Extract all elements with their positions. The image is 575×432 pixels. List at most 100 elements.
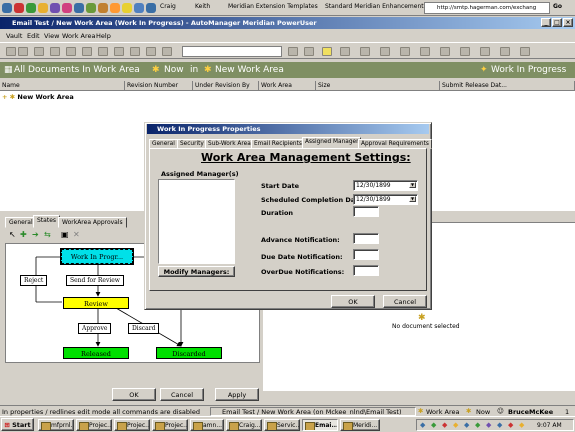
toolbar-icon[interactable] <box>18 47 28 56</box>
toolbar-icon[interactable] <box>480 47 490 56</box>
start-date-field[interactable]: 12/30/1899 ▼ <box>353 180 418 191</box>
pointer-icon[interactable]: ↖ <box>9 230 16 239</box>
address-field[interactable]: http://smtp.hagerman.com/exchang <box>424 2 550 14</box>
tab-workarea-approvals[interactable]: WorkArea Approvals <box>58 217 127 228</box>
column-work-area[interactable]: Work Area <box>259 81 316 91</box>
task-button[interactable]: Craig... <box>226 419 262 431</box>
column-name[interactable]: Name <box>0 81 125 91</box>
chevron-down-icon[interactable]: ▼ <box>409 182 416 188</box>
task-button[interactable]: Servic... <box>264 419 300 431</box>
tray-icon[interactable]: ◆ <box>475 421 480 429</box>
print-icon[interactable] <box>86 3 96 13</box>
menu-help[interactable]: Help <box>96 32 111 40</box>
tray-icon[interactable]: ◆ <box>431 421 436 429</box>
task-button[interactable]: Meridi... <box>340 419 380 431</box>
toolbar-icon[interactable] <box>98 47 108 56</box>
transition-approve[interactable]: Approve <box>78 323 112 334</box>
task-button-active[interactable]: Emai... <box>302 419 338 431</box>
toolbar-icon[interactable] <box>340 47 350 56</box>
tools-icon[interactable] <box>134 3 144 13</box>
extra-icon[interactable] <box>146 3 156 13</box>
toolbar-icon[interactable] <box>34 47 44 56</box>
task-button[interactable]: Projec... <box>152 419 188 431</box>
state-review[interactable]: Review <box>63 297 129 309</box>
menu-vault[interactable]: Vault <box>6 32 22 40</box>
link-icon[interactable]: ⇆ <box>44 230 51 239</box>
menu-edit[interactable]: Edit <box>27 32 40 40</box>
volume-icon[interactable]: ◆ <box>519 421 524 429</box>
managers-list[interactable] <box>158 179 235 264</box>
toolbar-icon[interactable] <box>82 47 92 56</box>
transition-send-review[interactable]: Send for Review <box>66 275 124 286</box>
refresh-icon[interactable] <box>26 3 36 13</box>
state-released[interactable]: Released <box>63 347 129 359</box>
transition-discard[interactable]: Discard <box>128 323 160 334</box>
chevron-down-icon[interactable]: ▼ <box>409 196 416 202</box>
favorites-icon[interactable] <box>50 3 60 13</box>
scheduled-completion-field[interactable]: 12/30/1899 ▼ <box>353 194 418 205</box>
maximize-icon[interactable]: □ <box>552 18 562 27</box>
back-icon[interactable] <box>2 3 12 13</box>
dialog-cancel-button[interactable]: Cancel <box>383 295 427 308</box>
tray-icon[interactable]: ◆ <box>464 421 469 429</box>
task-button[interactable]: Projec... <box>76 419 112 431</box>
task-button[interactable]: mfprnl... <box>38 419 74 431</box>
state-work-in-progress[interactable]: Work In Progr... <box>60 248 134 265</box>
tray-icon[interactable]: ◆ <box>497 421 502 429</box>
toolbar-icon[interactable] <box>6 47 16 56</box>
home-icon[interactable] <box>38 3 48 13</box>
toolbar-icon[interactable] <box>114 47 124 56</box>
go-button[interactable]: Go <box>553 3 562 10</box>
dialog-ok-button[interactable]: OK <box>331 295 375 308</box>
mail-icon[interactable] <box>74 3 84 13</box>
minimize-icon[interactable]: _ <box>541 18 551 27</box>
link-standard-enhancements[interactable]: Standard Meridian Enhancements <box>325 3 427 10</box>
toolbar-icon[interactable] <box>304 47 314 56</box>
history-icon[interactable] <box>62 3 72 13</box>
panel-ok-button[interactable]: OK <box>112 388 156 401</box>
transition-reject[interactable]: Reject <box>20 275 48 286</box>
task-button[interactable]: Projec... <box>114 419 150 431</box>
tray-icon[interactable]: ◆ <box>508 421 513 429</box>
link-craig[interactable]: Craig <box>160 3 176 10</box>
delete-icon[interactable]: ✕ <box>73 230 80 239</box>
tray-icon[interactable]: ◆ <box>442 421 447 429</box>
edit-icon[interactable] <box>98 3 108 13</box>
discuss-icon[interactable] <box>110 3 120 13</box>
clock[interactable]: 9:07 AM <box>537 422 562 429</box>
close-icon[interactable]: × <box>563 18 573 27</box>
tab-general[interactable]: General <box>5 217 37 228</box>
toolbar-icon[interactable] <box>360 47 370 56</box>
tray-icon[interactable]: ◆ <box>486 421 491 429</box>
overdue-notifications-field[interactable] <box>353 265 379 276</box>
list-item[interactable]: + ✱ New Work Area <box>2 93 74 101</box>
tray-icon[interactable]: ◆ <box>420 421 425 429</box>
properties-icon[interactable]: ▣ <box>61 230 69 239</box>
toolbar-icon[interactable] <box>400 47 410 56</box>
messenger-icon[interactable] <box>122 3 132 13</box>
toolbar-icon[interactable] <box>520 47 530 56</box>
column-size[interactable]: Size <box>316 81 440 91</box>
toolbar-icon[interactable] <box>420 47 430 56</box>
menu-view[interactable]: View <box>44 32 59 40</box>
due-date-notification-field[interactable] <box>353 249 379 260</box>
toolbar-combo[interactable] <box>182 46 282 57</box>
column-submit-release[interactable]: Submit Release Dat... <box>440 81 575 91</box>
add-transition-icon[interactable]: ➔ <box>32 230 39 239</box>
help-icon[interactable] <box>322 47 332 56</box>
toolbar-icon[interactable] <box>288 47 298 56</box>
toolbar-icon[interactable] <box>440 47 450 56</box>
stop-icon[interactable] <box>14 3 24 13</box>
modify-managers-button[interactable]: Modify Managers: <box>158 266 235 277</box>
toolbar-icon[interactable] <box>162 47 172 56</box>
panel-apply-button[interactable]: Apply <box>215 388 259 401</box>
advance-notification-field[interactable] <box>353 233 379 244</box>
toolbar-icon[interactable] <box>500 47 510 56</box>
add-state-icon[interactable]: ✚ <box>20 230 27 239</box>
link-meridian-templates[interactable]: Meridian Extension Templates <box>228 3 318 10</box>
tray-icon[interactable]: ◆ <box>453 421 458 429</box>
toolbar-icon[interactable] <box>146 47 156 56</box>
duration-field[interactable] <box>353 206 379 217</box>
start-button[interactable]: ⊞ Start <box>1 418 34 431</box>
toolbar-icon[interactable] <box>50 47 60 56</box>
